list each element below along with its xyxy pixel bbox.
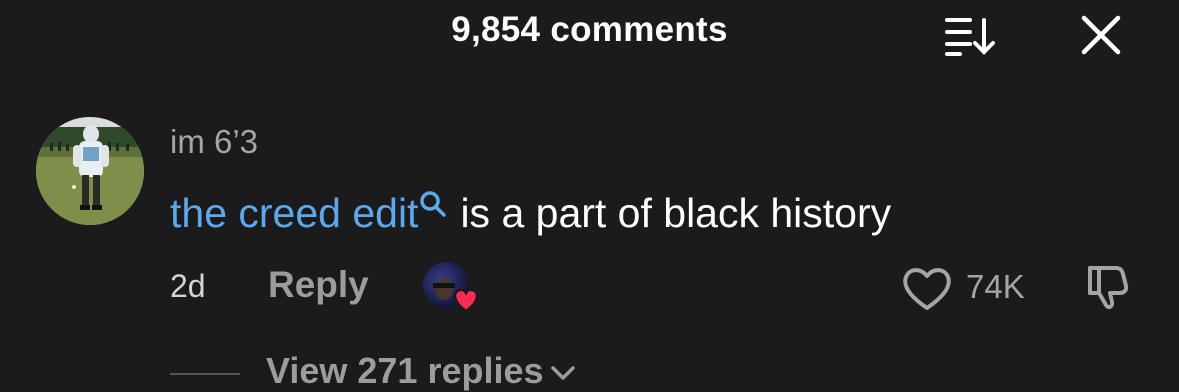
- avatar-image: [36, 117, 144, 225]
- close-icon: [1081, 15, 1121, 55]
- comment-body: is a part of black history: [460, 190, 892, 236]
- replies-divider: [170, 373, 240, 375]
- search-tag-link[interactable]: the creed edit: [170, 190, 460, 236]
- like-button[interactable]: [900, 263, 954, 313]
- close-button[interactable]: [1078, 12, 1124, 58]
- heart-icon: [903, 268, 951, 310]
- search-icon: [420, 191, 447, 217]
- thumbs-down-icon: [1088, 266, 1129, 310]
- comment-age: 2d: [170, 268, 206, 304]
- view-replies-label: View 271 replies: [266, 350, 544, 391]
- sort-button[interactable]: [944, 14, 998, 56]
- sort-down-icon: [945, 18, 995, 56]
- comment-username[interactable]: im 6’3: [170, 123, 258, 161]
- dislike-button[interactable]: [1082, 262, 1134, 312]
- creator-liked-badge: [420, 261, 482, 313]
- reply-button[interactable]: Reply: [268, 264, 369, 306]
- chevron-down-icon: [550, 366, 575, 381]
- view-replies-button[interactable]: View 271 replies: [266, 350, 576, 392]
- search-tag-text[interactable]: the creed edit: [170, 190, 418, 236]
- creator-avatar-heart-icon: [423, 262, 479, 313]
- comment-text: the creed edit is a part of black history: [170, 190, 891, 237]
- like-count: 74K: [966, 268, 1025, 305]
- avatar[interactable]: [36, 117, 144, 225]
- comments-count-title: 9,854 comments: [451, 10, 728, 49]
